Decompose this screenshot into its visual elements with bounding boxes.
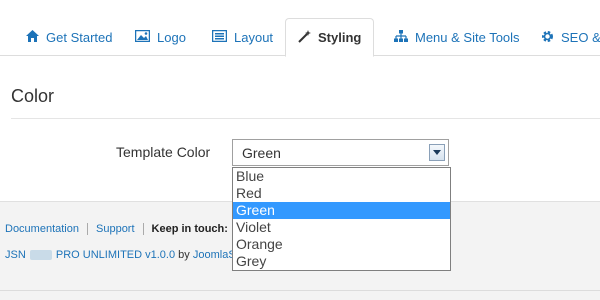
version-info: JSN PRO UNLIMITED v1.0.0 by JoomlaShin [5,249,250,261]
documentation-link[interactable]: Documentation [5,223,79,235]
select-value: Green [242,145,281,161]
tab-logo[interactable]: Logo [134,19,186,56]
divider [87,223,88,235]
divider [11,118,600,119]
option-violet[interactable]: Violet [233,219,450,236]
option-blue[interactable]: Blue [233,168,450,185]
support-link[interactable]: Support [96,223,135,235]
tab-get-started[interactable]: Get Started [26,19,112,56]
tab-seo[interactable]: SEO & [541,19,600,56]
footer-links: Documentation Support Keep in touch: [5,223,228,235]
redacted-text [29,250,52,261]
tab-label: Layout [234,30,274,45]
by-text: by [178,249,190,261]
image-icon [134,29,151,45]
divider [142,223,144,235]
chevron-down-icon[interactable] [429,144,445,161]
magic-wand-icon [298,29,311,46]
tab-label: Menu & Site Tools [415,30,520,45]
tab-label: Get Started [46,30,113,45]
tab-label: Styling [318,30,362,45]
home-icon [26,30,39,45]
product-prefix: JSN [5,249,26,261]
tab-menu-site-tools[interactable]: Menu & Site Tools [394,19,520,56]
option-grey[interactable]: Grey [233,253,450,270]
tab-styling[interactable]: Styling [285,18,375,57]
tab-bar: Get Started Logo Layout Styling Menu & S… [0,0,600,57]
divider [0,290,600,291]
tab-label: SEO & [561,30,600,45]
template-color-options: Blue Red Green Violet Orange Grey [232,167,451,271]
template-color-label: Template Color [116,144,211,160]
option-orange[interactable]: Orange [233,236,450,253]
sitemap-icon [394,29,408,46]
option-red[interactable]: Red [233,185,450,202]
option-green[interactable]: Green [233,202,450,219]
keep-in-touch-label: Keep in touch: [151,223,228,235]
layout-icon [211,29,228,45]
product-link[interactable]: JSN PRO UNLIMITED v1.0.0 [5,249,175,261]
tab-label: Logo [157,30,186,45]
tab-layout[interactable]: Layout [211,19,274,56]
gear-icon [541,30,554,46]
template-color-select[interactable]: Green [232,139,449,166]
product-suffix: PRO UNLIMITED v1.0.0 [55,249,176,261]
section-title: Color [11,86,55,106]
